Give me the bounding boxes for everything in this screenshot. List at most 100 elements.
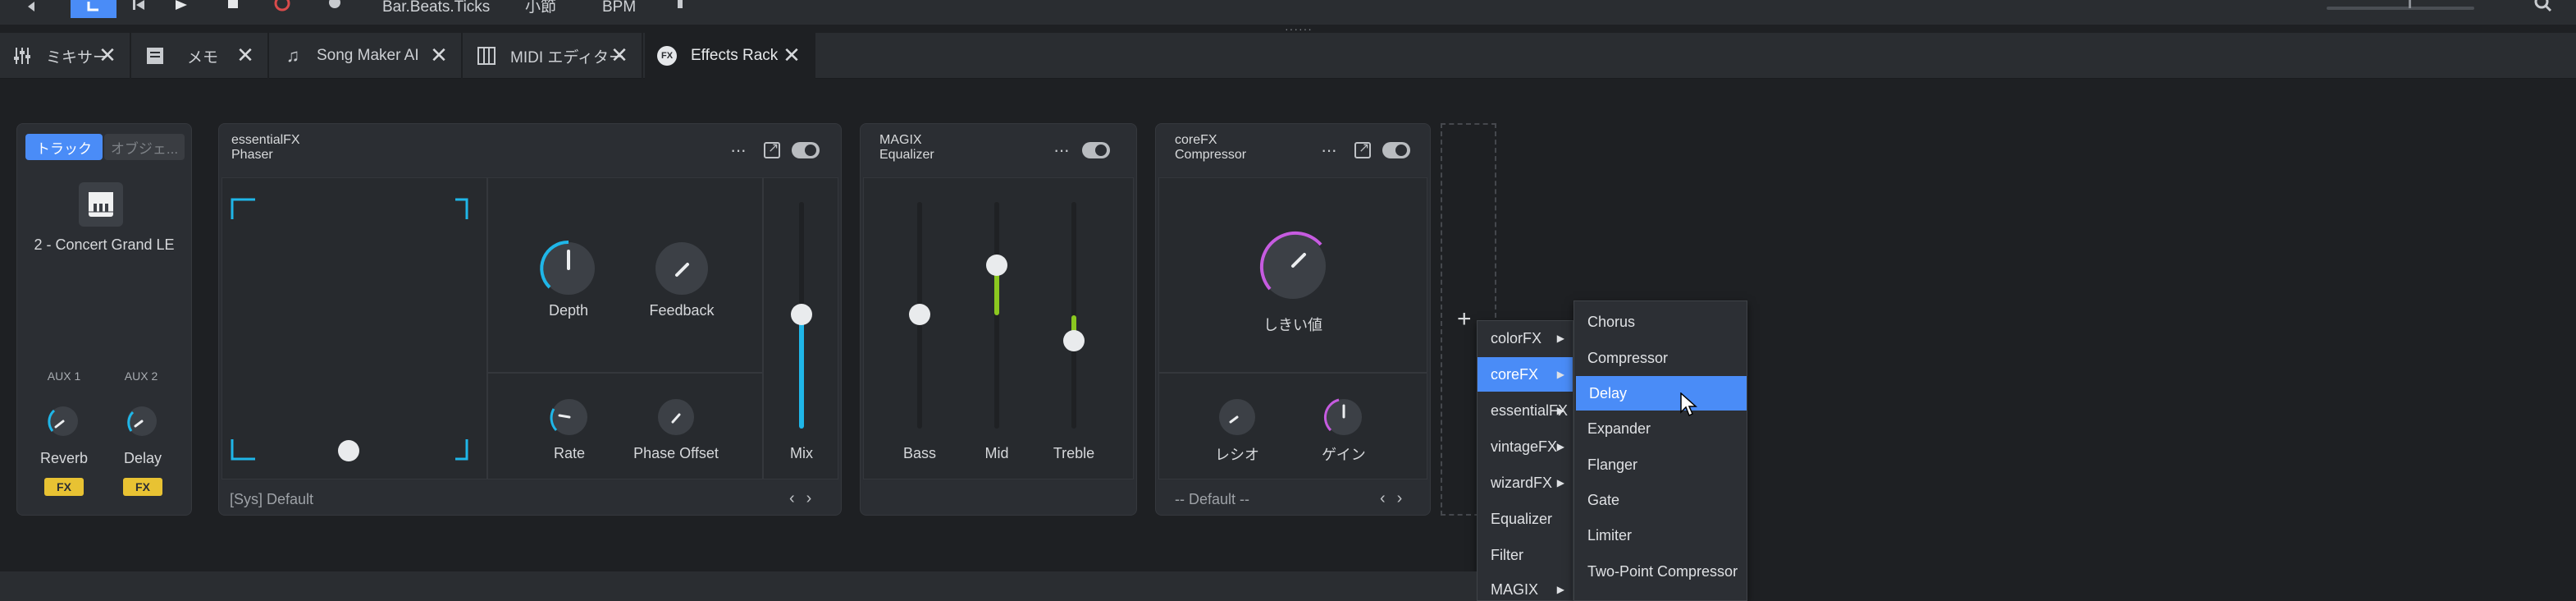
- mid-fader-track[interactable]: [994, 202, 999, 429]
- resize-grip[interactable]: ······: [1285, 23, 1312, 34]
- threshold-label: しきい値: [1263, 317, 1322, 333]
- equalizer-bypass-toggle[interactable]: [1081, 142, 1110, 158]
- time-format-label: Bar.Beats.Ticks: [382, 0, 491, 16]
- record-button[interactable]: [266, 0, 299, 18]
- app-window: Bar.Beats.Ticks 小節 BPM ······ ミキサー ✕ メモ …: [0, 0, 2576, 601]
- feedback-label: Feedback: [649, 302, 715, 319]
- skip-back-button[interactable]: [123, 0, 156, 18]
- stop-button[interactable]: [218, 0, 251, 18]
- menu-item-filter[interactable]: Filter: [1478, 538, 1573, 572]
- phaser-preset-name[interactable]: [Sys] Default: [230, 491, 313, 508]
- phase-offset-knob[interactable]: [653, 394, 699, 440]
- phaser-preset-arrows[interactable]: ‹›: [789, 489, 823, 508]
- compressor-bottom-controls: [1158, 373, 1427, 479]
- submenu-arrow-icon: ▶: [1556, 584, 1564, 595]
- close-icon[interactable]: ✕: [235, 44, 256, 66]
- compressor-header-controls: ···: [1321, 140, 1410, 159]
- phaser-bypass-toggle[interactable]: [791, 142, 820, 158]
- compressor-preset-arrows[interactable]: ‹›: [1380, 489, 1414, 508]
- threshold-knob[interactable]: [1250, 223, 1336, 309]
- menu-item-limiter[interactable]: Limiter: [1574, 518, 1747, 553]
- menu-item-magix[interactable]: MAGIX ▶: [1478, 572, 1573, 601]
- open-external-icon[interactable]: [763, 140, 780, 158]
- status-bar: [0, 571, 1477, 601]
- cycle-button[interactable]: [71, 0, 116, 18]
- menu-item-chorus[interactable]: Chorus: [1574, 305, 1747, 339]
- phaser-title: Phaser: [231, 148, 273, 162]
- gain-knob[interactable]: [1321, 394, 1367, 440]
- menu-item-flanger[interactable]: Flanger: [1574, 447, 1747, 482]
- memo-icon: [144, 45, 166, 67]
- mix-fader-handle[interactable]: [791, 304, 812, 325]
- rate-knob[interactable]: [546, 394, 592, 440]
- track-segment-button[interactable]: トラック: [25, 134, 103, 160]
- add-effect-icon[interactable]: +: [1457, 305, 1472, 333]
- aux1-fx-button[interactable]: FX: [44, 478, 84, 496]
- feedback-knob[interactable]: [648, 235, 715, 302]
- tab-label: Song Maker AI: [317, 47, 419, 64]
- metronome-icon[interactable]: [666, 0, 699, 18]
- close-icon[interactable]: ✕: [428, 44, 450, 66]
- mix-fader-fill: [799, 315, 804, 429]
- menu-item-colorfx[interactable]: colorFX ▶: [1478, 321, 1573, 356]
- object-segment-button[interactable]: オブジェ...: [104, 134, 185, 160]
- rewind-button[interactable]: [16, 0, 49, 18]
- tab-midi-editor[interactable]: MIDI エディター ✕: [464, 33, 643, 79]
- equalizer-vendor: MAGIX: [879, 133, 922, 147]
- submenu-arrow-icon: ▶: [1556, 333, 1564, 344]
- tab-memo[interactable]: メモ ✕: [133, 33, 269, 79]
- master-volume-slider[interactable]: [2327, 0, 2474, 10]
- menu-item-delay[interactable]: Delay: [1576, 376, 1747, 411]
- play-button[interactable]: [164, 0, 197, 18]
- fx-icon: FX: [656, 45, 678, 67]
- menu-item-gate[interactable]: Gate: [1574, 483, 1747, 517]
- menu-item-wizardfx[interactable]: wizardFX ▶: [1478, 466, 1573, 500]
- menu-item-essentialfx[interactable]: essentialFX ▶: [1478, 393, 1573, 428]
- compressor-preset-name[interactable]: -- Default --: [1175, 491, 1249, 508]
- mix-label: Mix: [790, 445, 813, 461]
- menu-item-expander[interactable]: Expander: [1574, 411, 1747, 446]
- treble-fader-handle[interactable]: [1063, 330, 1085, 351]
- submenu-arrow-icon: ▶: [1556, 477, 1564, 489]
- more-options-icon[interactable]: ···: [1321, 141, 1337, 159]
- piano-icon: [79, 182, 123, 227]
- music-note-icon: ♫: [285, 45, 300, 66]
- rate-label: Rate: [553, 445, 586, 461]
- bass-fader-handle[interactable]: [909, 304, 930, 325]
- more-options-icon[interactable]: ···: [1053, 141, 1070, 159]
- depth-knob[interactable]: [535, 235, 602, 302]
- ratio-knob[interactable]: [1214, 394, 1260, 440]
- menu-item-equalizer[interactable]: Equalizer: [1478, 502, 1573, 536]
- menu-item-compressor[interactable]: Compressor: [1574, 341, 1747, 375]
- aux2-fx-button[interactable]: FX: [123, 478, 162, 496]
- close-icon[interactable]: ✕: [609, 44, 630, 66]
- tab-label: Effects Rack: [691, 47, 779, 64]
- mid-label: Mid: [984, 445, 1009, 461]
- equalizer-title: Equalizer: [879, 148, 934, 162]
- compressor-bypass-toggle[interactable]: [1382, 142, 1410, 158]
- close-icon[interactable]: ✕: [97, 44, 118, 66]
- corefx-submenu: Chorus Compressor Delay Expander Flanger…: [1573, 300, 1747, 601]
- menu-item-two-point-compressor[interactable]: Two-Point Compressor: [1574, 554, 1747, 589]
- tab-song-maker-ai[interactable]: ♫ Song Maker AI ✕: [271, 33, 463, 79]
- menu-item-corefx[interactable]: coreFX ▶: [1478, 357, 1573, 392]
- aux2-send-knob[interactable]: [123, 402, 161, 440]
- mid-fader-handle[interactable]: [986, 255, 1007, 276]
- close-icon[interactable]: ✕: [781, 44, 802, 66]
- open-external-icon[interactable]: [1354, 140, 1371, 158]
- mixer-icon: [11, 45, 33, 67]
- tab-mixer[interactable]: ミキサー ✕: [0, 33, 131, 79]
- aux1-send-knob[interactable]: [44, 402, 82, 440]
- aux1-name: Reverb: [39, 450, 89, 466]
- tab-effects-rack[interactable]: FX Effects Rack ✕: [645, 33, 815, 79]
- depth-label: Depth: [548, 302, 589, 319]
- search-icon[interactable]: [2528, 0, 2561, 18]
- tab-label: メモ: [187, 48, 219, 67]
- aux2-label: AUX 2: [124, 369, 158, 383]
- phaser-xy-pad[interactable]: [222, 177, 487, 479]
- more-options-icon[interactable]: ···: [730, 141, 747, 159]
- metronome-settings-icon[interactable]: [318, 0, 351, 18]
- menu-item-vintagefx[interactable]: vintageFX ▶: [1478, 429, 1573, 464]
- mouse-cursor-icon: [1680, 392, 1697, 417]
- tab-bar: ミキサー ✕ メモ ✕ ♫ Song Maker AI ✕ MIDI エディター…: [0, 33, 2576, 79]
